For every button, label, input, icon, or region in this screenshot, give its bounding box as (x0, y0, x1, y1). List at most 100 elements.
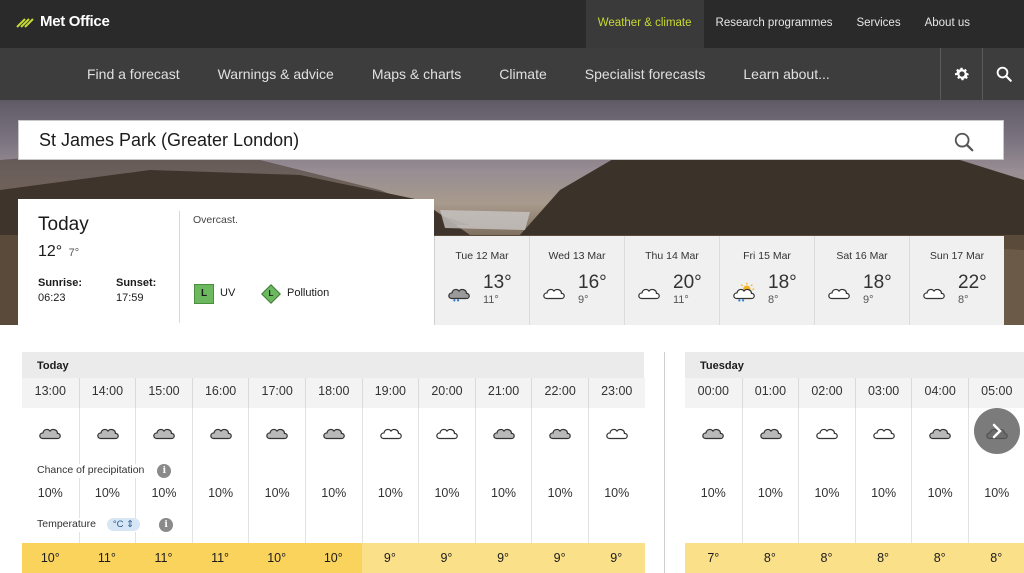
hour-precip: 10% (927, 486, 953, 500)
top-nav-about[interactable]: About us (913, 0, 982, 48)
hour-temperature: 9° (361, 543, 419, 573)
settings-button[interactable] (940, 48, 982, 100)
hourly-heading-tuesday: Tuesday (700, 360, 744, 372)
hour-weather-icon (604, 422, 630, 447)
grey-cloud-icon (266, 428, 289, 440)
hour-weather-icon (758, 422, 784, 447)
next-hours-button[interactable] (974, 408, 1020, 454)
day-tab[interactable]: Wed 13 Mar 16° 9° (529, 236, 624, 325)
hour-temperature: 9° (474, 543, 532, 573)
grey-cloud-icon (210, 428, 232, 440)
hour-weather-icon (700, 422, 726, 447)
hour-temperature: 8° (911, 543, 968, 573)
sunset: Sunset: 17:59 (116, 277, 156, 304)
nav-climate[interactable]: Climate (480, 48, 565, 100)
hour-weather-icon (491, 422, 517, 447)
hour-precip: 10% (984, 486, 1010, 500)
location-search-input[interactable]: St James Park (Greater London) (39, 130, 299, 151)
day-tab[interactable]: Sat 16 Mar 18° 9° (814, 236, 909, 325)
hour-weather-icon (37, 422, 63, 447)
grey-cloud-icon (759, 428, 782, 440)
hour-column: 10% (798, 408, 855, 543)
sunrise-time: 06:23 (38, 292, 66, 304)
hour-precip: 10% (871, 486, 897, 500)
hourly-temperatures: 10° 11° 11° 11° 10° 10° 9° 9° 9° 9° 9° (22, 543, 645, 573)
top-nav-services[interactable]: Services (844, 0, 912, 48)
top-nav-weather-climate[interactable]: Weather & climate (585, 0, 704, 48)
nav-find-forecast[interactable]: Find a forecast (68, 48, 199, 100)
location-search-button[interactable] (953, 131, 975, 153)
location-search[interactable]: St James Park (Greater London) (18, 120, 1004, 160)
hour-column: 10% (587, 408, 645, 543)
hourly-times: 13:00 14:00 15:00 16:00 17:00 18:00 19:00 20:00… (22, 378, 645, 408)
hour-temperature: 10° (248, 543, 305, 573)
hour-weather-icon (547, 422, 573, 447)
white-cloud-icon (816, 428, 838, 440)
hour-weather-icon (927, 422, 953, 447)
hour-time: 23:00 (587, 378, 645, 408)
hour-temperature: 10° (304, 543, 362, 573)
white-cloud-icon (436, 428, 458, 440)
hour-time: 17:00 (248, 378, 305, 408)
hour-weather-icon (151, 422, 177, 447)
white-cloud-icon (379, 428, 402, 440)
hourly-day-heading: Tuesday (685, 352, 1024, 378)
day-low: 11° (673, 294, 689, 306)
hour-time: 20:00 (418, 378, 475, 408)
chevron-right-icon (992, 423, 1002, 439)
nav-warnings[interactable]: Warnings & advice (199, 48, 353, 100)
unit-label: °C (112, 519, 124, 530)
sunrise-label: Sunrise: (38, 277, 83, 289)
day-weather-icon (921, 282, 947, 307)
nav-learn-about[interactable]: Learn about... (724, 48, 848, 100)
day-tab[interactable]: Fri 15 Mar 18° 8° (719, 236, 814, 325)
day-high: 18° (768, 272, 797, 293)
hour-precip: 10% (547, 486, 573, 500)
temperature-info-icon[interactable]: i (159, 518, 174, 532)
temperature-label: Temperature (37, 518, 96, 530)
nav-specialist[interactable]: Specialist forecasts (566, 48, 725, 100)
hour-temperature: 7° (685, 543, 742, 573)
search-icon (954, 132, 974, 152)
hour-column: 10% (304, 408, 362, 543)
day-tab[interactable]: Sun 17 Mar 22° 8° (909, 236, 1004, 325)
hour-precip: 10% (434, 486, 460, 500)
hour-column: 10% (854, 408, 912, 543)
day-high: 20° (673, 272, 702, 293)
temperature-unit-toggle[interactable]: °C ⇕ (106, 518, 141, 531)
uv-badge: L (194, 284, 214, 304)
day-low: 9° (863, 294, 874, 306)
hourly-temperatures: 7° 8° 8° 8° 8° 8° (685, 543, 1024, 573)
hour-time: 13:00 (34, 384, 66, 398)
day-date: Wed 13 Mar (548, 250, 606, 262)
hour-time: 05:00 (967, 378, 1024, 408)
precip-info-icon[interactable]: i (157, 464, 172, 478)
grey-cloud-icon (96, 428, 119, 440)
met-office-logo[interactable]: Met Office (16, 13, 110, 30)
top-nav-research[interactable]: Research programmes (704, 0, 845, 48)
hourly-heading-today: Today (37, 360, 69, 372)
hour-time: 02:00 (798, 378, 855, 408)
day-high: 13° (483, 272, 512, 293)
day-tab[interactable]: Tue 12 Mar 13° 11° (434, 236, 529, 325)
day-tab[interactable]: Thu 14 Mar 20° 11° (624, 236, 719, 325)
grey-cloud-icon (323, 428, 345, 440)
hour-temperature: 8° (854, 543, 912, 573)
hour-weather-icon (321, 422, 347, 447)
today-low: 7° (68, 247, 80, 259)
search-icon (996, 66, 1012, 82)
site-search-button[interactable] (982, 48, 1024, 100)
temp-row-label: Temperature °C ⇕ i (37, 518, 178, 532)
hour-time: 22:00 (531, 378, 588, 408)
hour-temperature: 11° (135, 543, 192, 573)
main-nav: Find a forecast Warnings & advice Maps &… (0, 48, 1024, 100)
pollution-label: Pollution (287, 287, 330, 299)
top-nav-spacer (982, 0, 1024, 48)
day-date: Thu 14 Mar (645, 250, 699, 262)
nav-maps-charts[interactable]: Maps & charts (353, 48, 480, 100)
day-date: Sun 17 Mar (929, 250, 985, 262)
hour-weather-icon (871, 422, 897, 447)
hour-time: 03:00 (854, 378, 912, 408)
hour-weather-icon (434, 422, 460, 447)
today-summary-card[interactable]: Today 12° 7° Sunrise: 06:23 Sunset: 17:5… (18, 199, 434, 325)
